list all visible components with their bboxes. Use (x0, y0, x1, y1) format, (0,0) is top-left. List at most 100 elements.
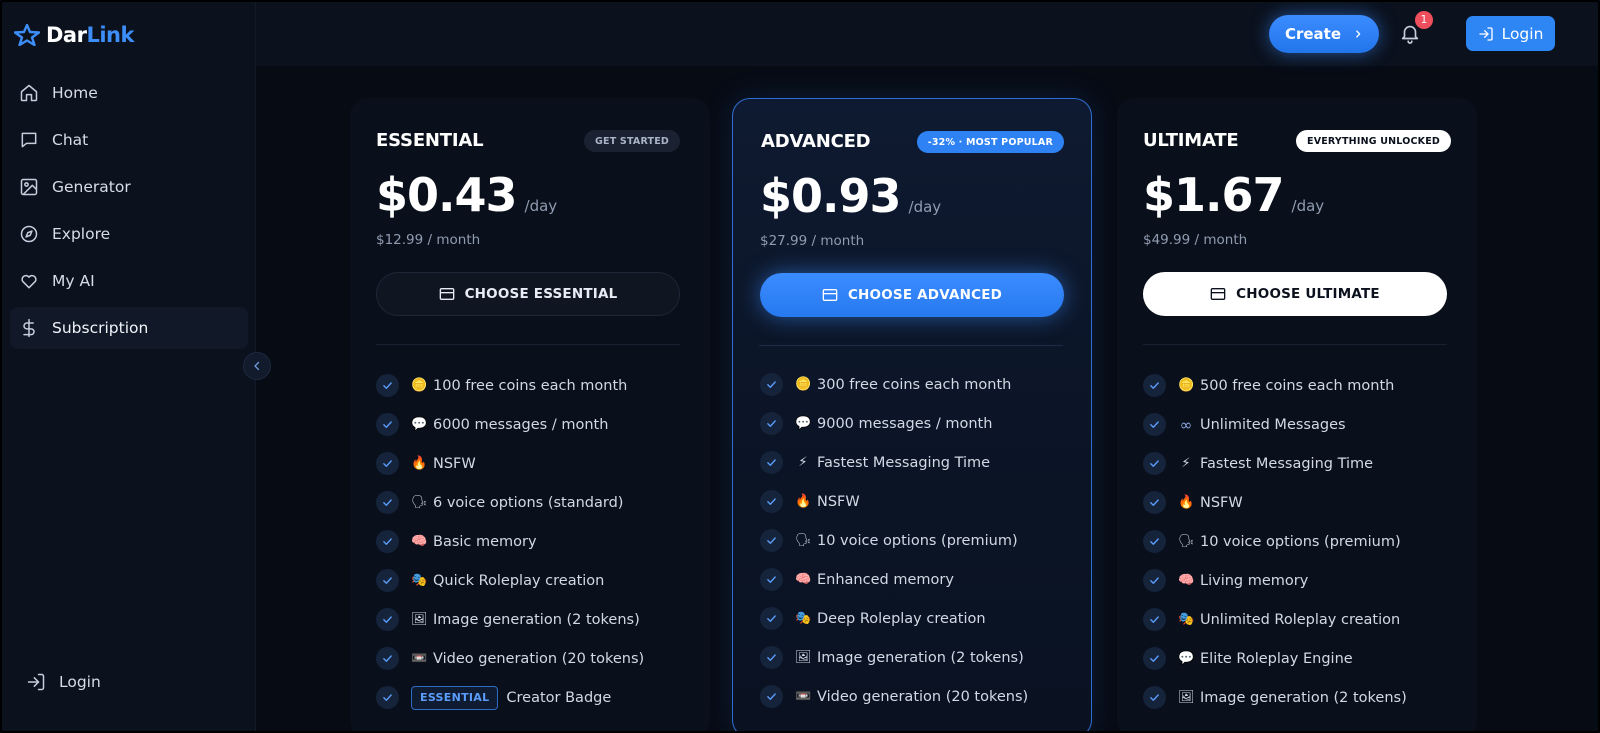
check-icon (1143, 569, 1166, 592)
sidebar-item-my-ai[interactable]: My AI (10, 260, 248, 302)
chevron-left-icon (254, 361, 260, 371)
feature-item: 🔥 NSFW (1143, 483, 1463, 522)
feature-item: 🗣 10 voice options (premium) (760, 521, 1080, 560)
feature-text: Elite Roleplay Engine (1200, 650, 1353, 667)
sidebar-collapse-button[interactable] (243, 352, 271, 380)
check-icon (376, 569, 399, 592)
check-icon (376, 530, 399, 553)
check-icon (376, 686, 399, 709)
sidebar-item-label: My AI (52, 272, 95, 290)
feature-item: 🪙 300 free coins each month (760, 365, 1080, 404)
feature-item: 🖼 Image generation (2 tokens) (376, 600, 696, 639)
check-icon (760, 568, 783, 591)
check-icon (760, 685, 783, 708)
sidebar-login-link[interactable]: Login (26, 672, 101, 692)
feature-emoji-icon: 🔥 (1178, 495, 1195, 510)
login-button[interactable]: Login (1466, 16, 1555, 51)
chat-icon (21, 132, 37, 148)
feature-text: NSFW (433, 455, 476, 472)
sidebar-item-label: Home (52, 84, 98, 102)
topbar (256, 2, 1598, 66)
plan-badge: EVERYTHING UNLOCKED (1296, 130, 1451, 152)
feature-text: 9000 messages / month (817, 415, 993, 432)
create-button[interactable]: Create (1269, 15, 1379, 53)
feature-emoji-icon: 🪙 (1178, 378, 1195, 393)
feature-item: 🧠 Living memory (1143, 561, 1463, 600)
feature-text: Basic memory (433, 533, 537, 550)
feature-text: 10 voice options (premium) (817, 532, 1018, 549)
feature-emoji-icon: 🎭 (795, 611, 812, 626)
sidebar-item-home[interactable]: Home (10, 72, 248, 114)
feature-text: Image generation (2 tokens) (1200, 689, 1407, 706)
feature-text: NSFW (1200, 494, 1243, 511)
image-icon (20, 178, 38, 196)
check-icon (376, 608, 399, 631)
check-icon (376, 374, 399, 397)
feature-emoji-icon: 📼 (795, 689, 812, 704)
check-icon (376, 452, 399, 475)
feature-text: Fastest Messaging Time (1200, 455, 1374, 472)
feature-item: 🗣 6 voice options (standard) (376, 483, 696, 522)
login-icon (1478, 26, 1493, 41)
plan-name: ESSENTIAL (376, 130, 484, 151)
feature-text: Image generation (2 tokens) (433, 611, 640, 628)
feature-emoji-icon: 🗣 (1178, 534, 1195, 549)
feature-item: ⚡ Fastest Messaging Time (1143, 444, 1463, 483)
feature-item: ESSENTIAL Creator Badge (376, 678, 696, 717)
check-icon (1143, 374, 1166, 397)
feature-text: Creator Badge (506, 689, 612, 706)
feature-emoji-icon: 🖼 (1178, 690, 1195, 705)
feature-list: 🪙 300 free coins each month 💬 9000 messages… (760, 365, 1080, 716)
check-icon (376, 413, 399, 436)
choose-button-label: CHOOSE ULTIMATE (1236, 286, 1380, 302)
plan-price: $0.93 (760, 169, 902, 223)
sidebar-item-chat[interactable]: Chat (10, 119, 248, 161)
feature-emoji-icon: ⚡ (1181, 456, 1191, 471)
feature-text: Video generation (20 tokens) (433, 650, 645, 667)
check-icon (760, 490, 783, 513)
feature-emoji-icon: ⚡ (798, 455, 808, 470)
feature-item: 🧠 Basic memory (376, 522, 696, 561)
price-row: $0.93 /day (760, 169, 941, 223)
feature-item: ⚡ Fastest Messaging Time (760, 443, 1080, 482)
sidebar: DarLink Home Chat Generator Explore My A… (2, 2, 256, 731)
sidebar-item-generator[interactable]: Generator (10, 166, 248, 208)
sidebar-item-label: Explore (52, 225, 111, 243)
check-icon (376, 491, 399, 514)
credit-card-icon (822, 289, 838, 301)
plan-price: $1.67 (1143, 168, 1285, 222)
feature-text: Fastest Messaging Time (817, 454, 991, 471)
price-row: $0.43 /day (376, 168, 557, 222)
feature-emoji-icon: 💬 (795, 416, 812, 431)
sidebar-item-subscription[interactable]: Subscription (10, 307, 248, 349)
feature-emoji-icon: 🖼 (411, 612, 428, 627)
login-icon (27, 673, 45, 691)
feature-item: 🪙 500 free coins each month (1143, 366, 1463, 405)
feature-emoji-icon: 🔥 (411, 456, 428, 471)
feature-text: Deep Roleplay creation (817, 610, 986, 627)
divider (759, 345, 1063, 346)
plan-price: $0.43 (376, 168, 518, 222)
feature-item: 🪙 100 free coins each month (376, 366, 696, 405)
check-icon (1143, 413, 1166, 436)
feature-text: NSFW (817, 493, 860, 510)
credit-card-icon (1210, 288, 1226, 300)
feature-item: ∞ Unlimited Messages (1143, 405, 1463, 444)
feature-emoji-icon: 📼 (411, 651, 428, 666)
feature-item: 🎭 Deep Roleplay creation (760, 599, 1080, 638)
choose-advanced-button[interactable]: CHOOSE ADVANCED (760, 273, 1064, 317)
feature-emoji-icon: 🧠 (795, 572, 812, 587)
choose-essential-button[interactable]: CHOOSE ESSENTIAL (376, 272, 680, 316)
feature-text: Unlimited Roleplay creation (1200, 611, 1401, 628)
monthly-price: $12.99 / month (376, 232, 481, 248)
feature-text: 6 voice options (standard) (433, 494, 624, 511)
compass-icon (20, 225, 38, 243)
sidebar-login-label: Login (59, 673, 101, 691)
choose-ultimate-button[interactable]: CHOOSE ULTIMATE (1143, 272, 1447, 316)
sidebar-item-explore[interactable]: Explore (10, 213, 248, 255)
feature-emoji-icon: 🧠 (1178, 573, 1195, 588)
feature-emoji-icon: 🔥 (795, 494, 812, 509)
feature-item: 📼 Video generation (20 tokens) (376, 639, 696, 678)
brand-logo[interactable]: DarLink (14, 20, 134, 50)
feature-emoji-icon: 🧠 (411, 534, 428, 549)
